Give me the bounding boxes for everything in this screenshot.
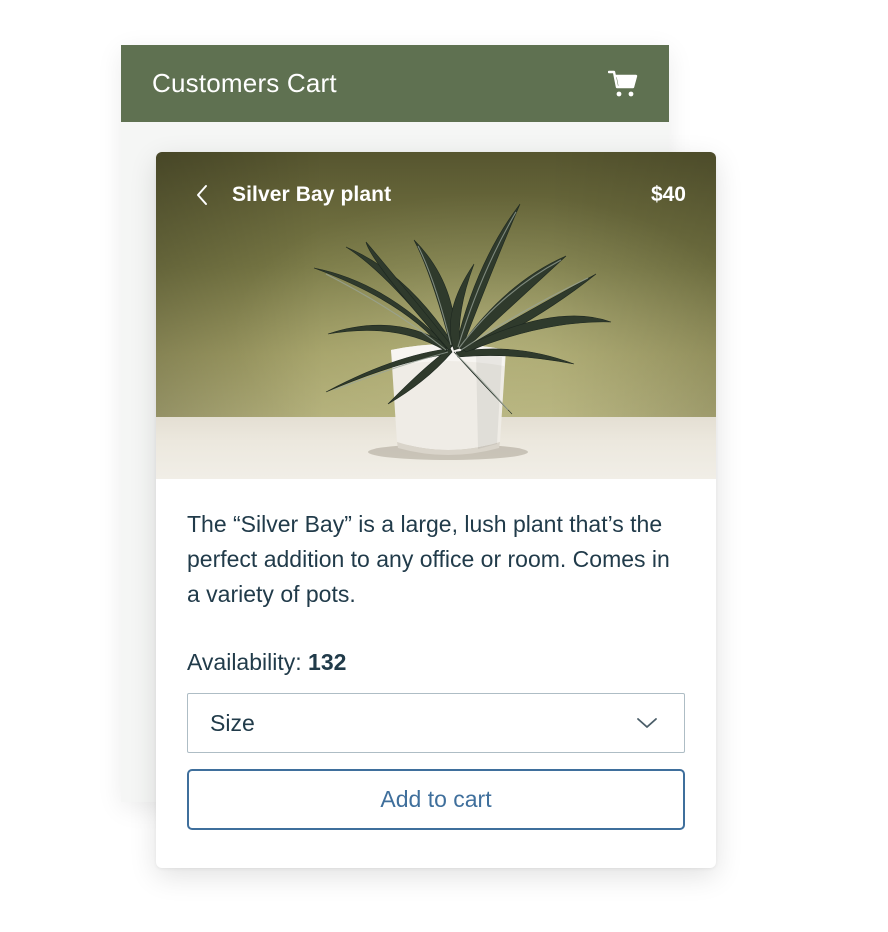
cart-title: Customers Cart (152, 68, 337, 98)
product-image: Silver Bay plant $40 (156, 152, 716, 479)
availability-count: 132 (308, 649, 347, 675)
product-image-header: Silver Bay plant $40 (156, 180, 716, 210)
size-select-value: Size (210, 709, 255, 736)
cart-header: Customers Cart (121, 45, 669, 122)
chevron-down-icon (636, 716, 658, 730)
add-to-cart-button[interactable]: Add to cart (187, 769, 685, 830)
product-details: The “Silver Bay” is a large, lush plant … (156, 479, 716, 830)
size-select[interactable]: Size (187, 693, 685, 753)
chevron-left-icon[interactable] (194, 183, 210, 207)
product-card: Silver Bay plant $40 The “Silver Bay” is… (156, 152, 716, 868)
availability-label: Availability: (187, 649, 302, 675)
product-price: $40 (650, 183, 686, 206)
shopping-cart-icon[interactable] (607, 69, 639, 99)
availability: Availability: 132 (187, 649, 685, 676)
product-description: The “Silver Bay” is a large, lush plant … (187, 511, 670, 607)
product-name: Silver Bay plant (232, 183, 392, 206)
